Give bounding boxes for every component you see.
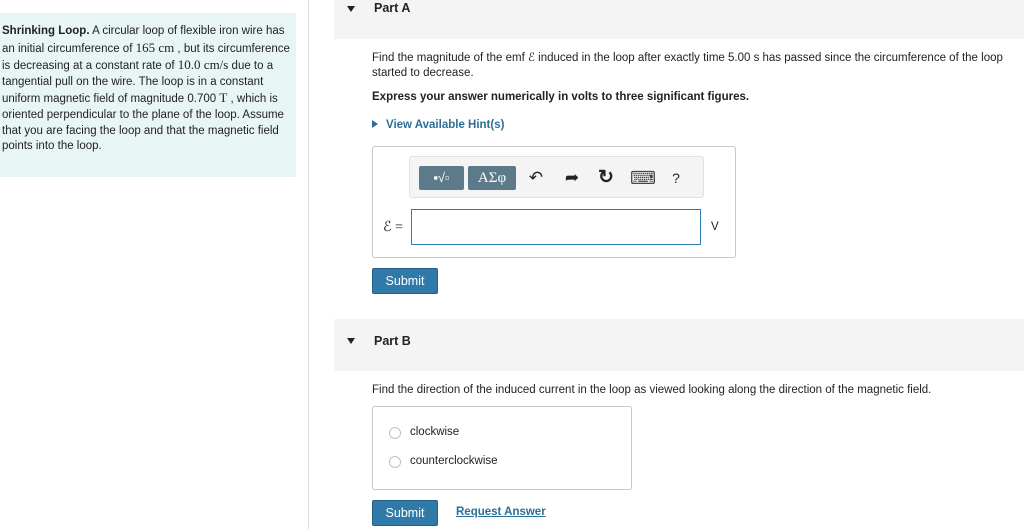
redo-icon[interactable]: ➦ [561, 167, 583, 189]
part-a-question: Find the magnitude of the emf ℰ induced … [372, 52, 1003, 79]
help-icon[interactable]: ? [665, 167, 687, 189]
part-a-title: Part A [374, 1, 411, 15]
math-toolbar: ▪√▫ ΑΣφ ↶ ➦ ↻ ⌨ ? [409, 156, 704, 198]
request-answer-link[interactable]: Request Answer [456, 506, 546, 518]
view-hints-label: View Available Hint(s) [386, 119, 505, 131]
collapse-caret-icon[interactable] [347, 6, 355, 12]
collapse-caret-icon[interactable] [347, 338, 355, 344]
part-a-submit-button[interactable]: Submit [372, 268, 438, 294]
answer-box: ▪√▫ ΑΣφ ↶ ➦ ↻ ⌨ ? ℰ = V [372, 146, 736, 258]
problem-statement: Shrinking Loop. A circular loop of flexi… [0, 13, 296, 177]
part-b-header[interactable]: Part B [334, 319, 1024, 371]
part-a-header[interactable]: Part A [334, 0, 1024, 39]
emf-answer-input[interactable] [411, 209, 701, 245]
expand-triangle-icon [372, 120, 378, 128]
symbols-button[interactable]: ΑΣφ [468, 166, 516, 190]
undo-icon[interactable]: ↶ [525, 167, 547, 189]
view-hints-link[interactable]: View Available Hint(s) [372, 119, 504, 131]
part-b-title: Part B [374, 334, 411, 348]
keyboard-icon[interactable]: ⌨ [630, 167, 656, 189]
choice-label: counterclockwise [410, 455, 498, 467]
choice-label: clockwise [410, 426, 460, 438]
choices-box: clockwise counterclockwise [372, 406, 632, 490]
emf-symbol-label: ℰ = [383, 220, 403, 235]
radio-button[interactable] [389, 456, 401, 468]
radio-button[interactable] [389, 427, 401, 439]
part-b-submit-button[interactable]: Submit [372, 500, 438, 526]
panel-divider [308, 0, 309, 529]
part-a-instruction: Express your answer numerically in volts… [372, 91, 750, 103]
problem-rate: 10.0 cm/s [177, 57, 229, 73]
part-b-question: Find the direction of the induced curren… [372, 384, 932, 396]
reset-icon[interactable]: ↻ [595, 167, 617, 189]
problem-circumference: 165 cm [135, 39, 175, 55]
problem-title: Shrinking Loop. [2, 25, 90, 37]
unit-label: V [711, 221, 719, 233]
templates-button[interactable]: ▪√▫ [419, 166, 464, 190]
